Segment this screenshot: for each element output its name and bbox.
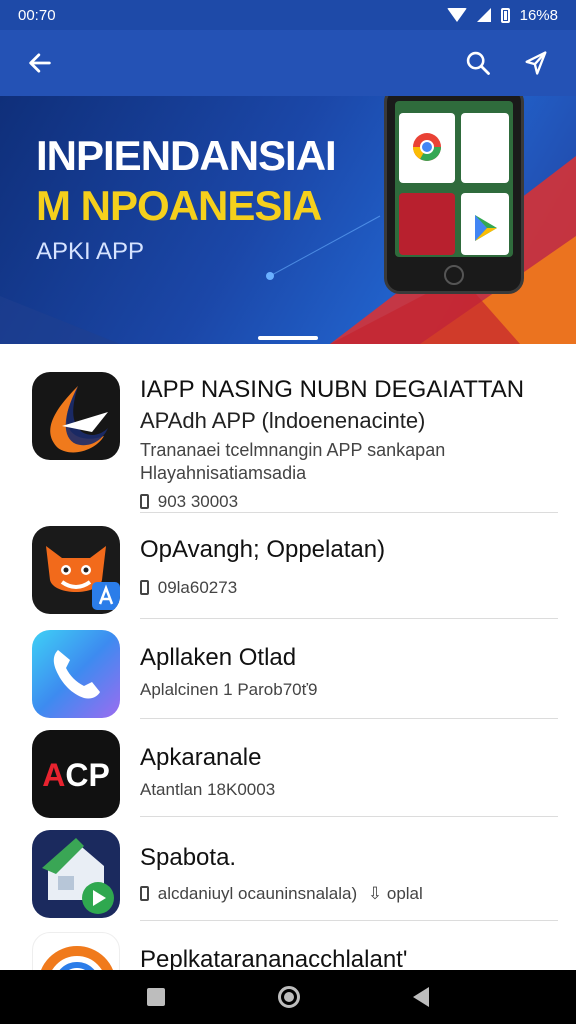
back-button[interactable] [20, 43, 60, 83]
search-icon [466, 51, 490, 75]
download-icon: ⇩ [367, 884, 383, 903]
list-item-app-4[interactable]: ACP Apkaranale Atantlan 18K0003 [0, 730, 576, 818]
banner-title-line2: M NPOANESIA [36, 182, 322, 229]
app-logo-letters: ACP [42, 757, 110, 793]
app-list: IAPP NASING NUBN DEGAIATTAN APAdh APP (l… [0, 344, 576, 970]
phone-home-button [444, 265, 464, 285]
battery-icon [500, 7, 510, 23]
banner-title-line1: INPIENDANSIAI [36, 132, 337, 179]
system-nav-bar [0, 970, 576, 1024]
phone-icon [140, 580, 149, 595]
list-item-app-2[interactable]: OpAvangh; Oppelatan) 09la60273 [0, 526, 576, 619]
app-title: Spabota. [140, 844, 237, 871]
app-bar [0, 30, 576, 96]
status-time: 00:70 [18, 6, 56, 24]
signal-icon [476, 8, 491, 22]
recents-button[interactable] [146, 988, 165, 1006]
app-meta: Aplalcinen 1 Parob70ť9 [140, 680, 318, 699]
app-icon-2 [32, 526, 120, 614]
promo-banner[interactable]: INPIENDANSIAI M NPOANESIA APKI APP [0, 96, 576, 344]
status-bar: 00:70 16%8 [0, 0, 576, 30]
app-title: Apkaranale [140, 744, 262, 771]
app-meta-extra: oplal [386, 884, 423, 903]
phone-icon [140, 886, 149, 901]
app-description-2: Hlayahnisatiamsadia [140, 463, 307, 483]
app-icon-5 [32, 830, 120, 918]
phone-call-icon [53, 650, 100, 699]
app-meta: 09la60273 [157, 578, 238, 597]
divider [140, 618, 558, 619]
back-nav-button[interactable] [413, 987, 430, 1007]
app-icon-6 [32, 932, 120, 970]
app-meta: 903 30003 [157, 492, 239, 511]
list-item-app-6[interactable]: Peplkatarananacchlalant' [0, 932, 576, 970]
app-icon-3 [32, 630, 120, 718]
app-meta: Atantlan 18K0003 [140, 780, 276, 799]
divider [140, 816, 558, 817]
app-meta: alcdaniuyl ocauninsnalala) [157, 884, 358, 903]
app-title: Apllaken Otlad [140, 644, 297, 671]
share-button[interactable] [516, 43, 556, 83]
app-title: IAPP NASING NUBN DEGAIATTAN [140, 376, 525, 403]
divider [140, 718, 558, 719]
play-store-icon [475, 215, 497, 241]
phone-icon [140, 494, 149, 509]
arrow-left-icon [29, 53, 51, 73]
list-item-app-5[interactable]: Spabota. alcdaniuyl ocauninsnalala) ⇩ op… [0, 830, 576, 921]
list-item-app-1[interactable]: IAPP NASING NUBN DEGAIATTAN APAdh APP (l… [0, 372, 576, 513]
wifi-icon [446, 8, 467, 22]
list-item-app-3[interactable]: Apllaken Otlad Aplalcinen 1 Parob70ť9 [0, 630, 576, 719]
status-icons: 16%8 [446, 6, 558, 24]
app-icon-4: ACP [32, 730, 120, 818]
divider [140, 920, 558, 921]
search-button[interactable] [458, 43, 498, 83]
banner-subtitle: APKI APP [36, 238, 145, 265]
share-icon [525, 51, 547, 75]
phone-mockup [384, 96, 524, 294]
chrome-like-icon [413, 133, 441, 161]
app-subtitle: APAdh APP (lndoenenacinte) [140, 408, 426, 433]
home-button[interactable] [277, 986, 300, 1008]
app-description: Trananaei tcelmnangin APP sankapan [140, 440, 446, 460]
app-title: OpAvangh; Oppelatan) [140, 536, 386, 563]
carousel-indicator [258, 336, 318, 340]
app-icon-1 [32, 372, 120, 460]
battery-text: 16%8 [519, 6, 558, 24]
divider [140, 512, 558, 513]
app-title: Peplkatarananacchlalant' [140, 946, 408, 970]
